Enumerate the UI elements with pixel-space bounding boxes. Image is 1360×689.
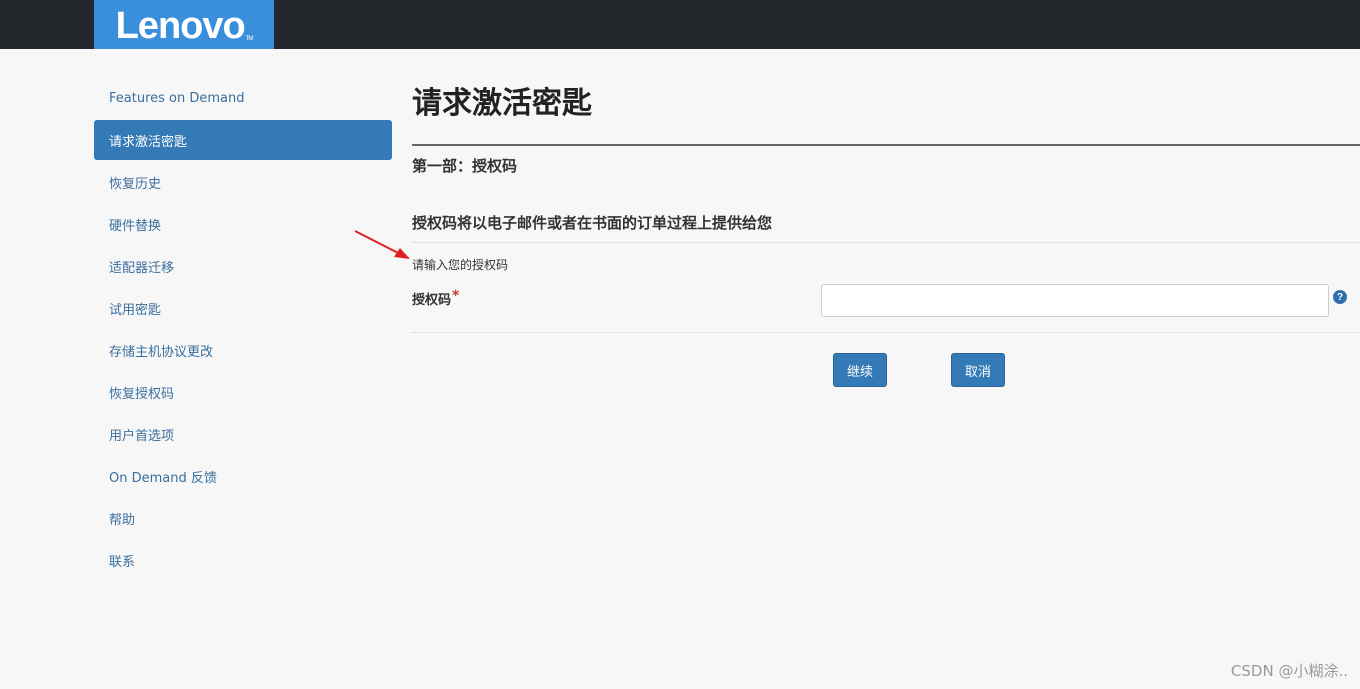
sidebar-item-retrieve-history[interactable]: 恢复历史 — [94, 162, 392, 202]
sidebar-item-retrieve-auth-code[interactable]: 恢复授权码 — [94, 372, 392, 412]
title-divider — [412, 144, 1360, 146]
sidebar-item-label: 硬件替换 — [109, 218, 162, 234]
auth-code-label-text: 授权码 — [412, 293, 452, 308]
sidebar-item-help[interactable]: 帮助 — [94, 498, 392, 538]
sidebar-item-feedback[interactable]: On Demand 反馈 — [94, 456, 392, 496]
dotted-divider — [412, 242, 1360, 243]
auth-code-label: 授权码* — [412, 288, 460, 308]
sidebar-item-label: 试用密匙 — [109, 302, 162, 318]
main-content: 请求激活密匙 第一部：授权码 授权码将以电子邮件或者在书面的订单过程上提供给您 … — [412, 0, 1360, 689]
auth-code-description: 授权码将以电子邮件或者在书面的订单过程上提供给您 — [412, 214, 773, 232]
page-title: 请求激活密匙 — [412, 86, 592, 121]
csdn-watermark: CSDN @小糊涂.. — [1230, 662, 1348, 680]
sidebar-item-features-on-demand[interactable]: Features on Demand — [94, 78, 392, 118]
sidebar-item-label: 恢复授权码 — [109, 386, 175, 402]
sidebar-item-label: 存储主机协议更改 — [109, 344, 214, 360]
question-icon[interactable]: ? — [1333, 290, 1347, 304]
sidebar-item-label: 用户首选项 — [109, 428, 175, 444]
sidebar-item-contact[interactable]: 联系 — [94, 540, 392, 580]
dotted-divider — [412, 332, 1360, 333]
sidebar-item-user-preferences[interactable]: 用户首选项 — [94, 414, 392, 454]
logo-text: Lenovo — [115, 5, 246, 47]
lenovo-logo[interactable]: Lenovo TM — [94, 0, 274, 49]
sidebar-item-label: 请求激活密匙 — [109, 134, 188, 150]
sidebar-item-label: 恢复历史 — [109, 176, 162, 192]
sidebar-item-label: Features on Demand — [109, 90, 245, 106]
section-title: 第一部：授权码 — [412, 157, 518, 175]
sidebar-item-label: On Demand 反馈 — [109, 470, 217, 486]
sidebar-item-label: 帮助 — [109, 512, 136, 528]
sidebar-item-label: 适配器迁移 — [109, 260, 175, 276]
continue-button[interactable]: 继续 — [833, 353, 887, 387]
red-arrow-annotation — [354, 230, 410, 259]
auth-code-input[interactable] — [821, 284, 1329, 317]
cancel-button[interactable]: 取消 — [951, 353, 1005, 387]
sidebar-nav: Features on Demand 请求激活密匙 恢复历史 硬件替换 适配器迁… — [94, 78, 392, 582]
sidebar-item-adapter-migration[interactable]: 适配器迁移 — [94, 246, 392, 286]
logo-trademark: TM — [245, 35, 254, 42]
sidebar-item-request-activation-key[interactable]: 请求激活密匙 — [94, 120, 392, 160]
sidebar-item-label: 联系 — [109, 554, 136, 570]
sidebar-item-trial-key[interactable]: 试用密匙 — [94, 288, 392, 328]
input-hint: 请输入您的授权码 — [412, 258, 509, 272]
sidebar-item-hardware-replacement[interactable]: 硬件替换 — [94, 204, 392, 244]
required-asterisk: * — [452, 288, 460, 304]
sidebar-item-storage-host-protocol[interactable]: 存储主机协议更改 — [94, 330, 392, 370]
